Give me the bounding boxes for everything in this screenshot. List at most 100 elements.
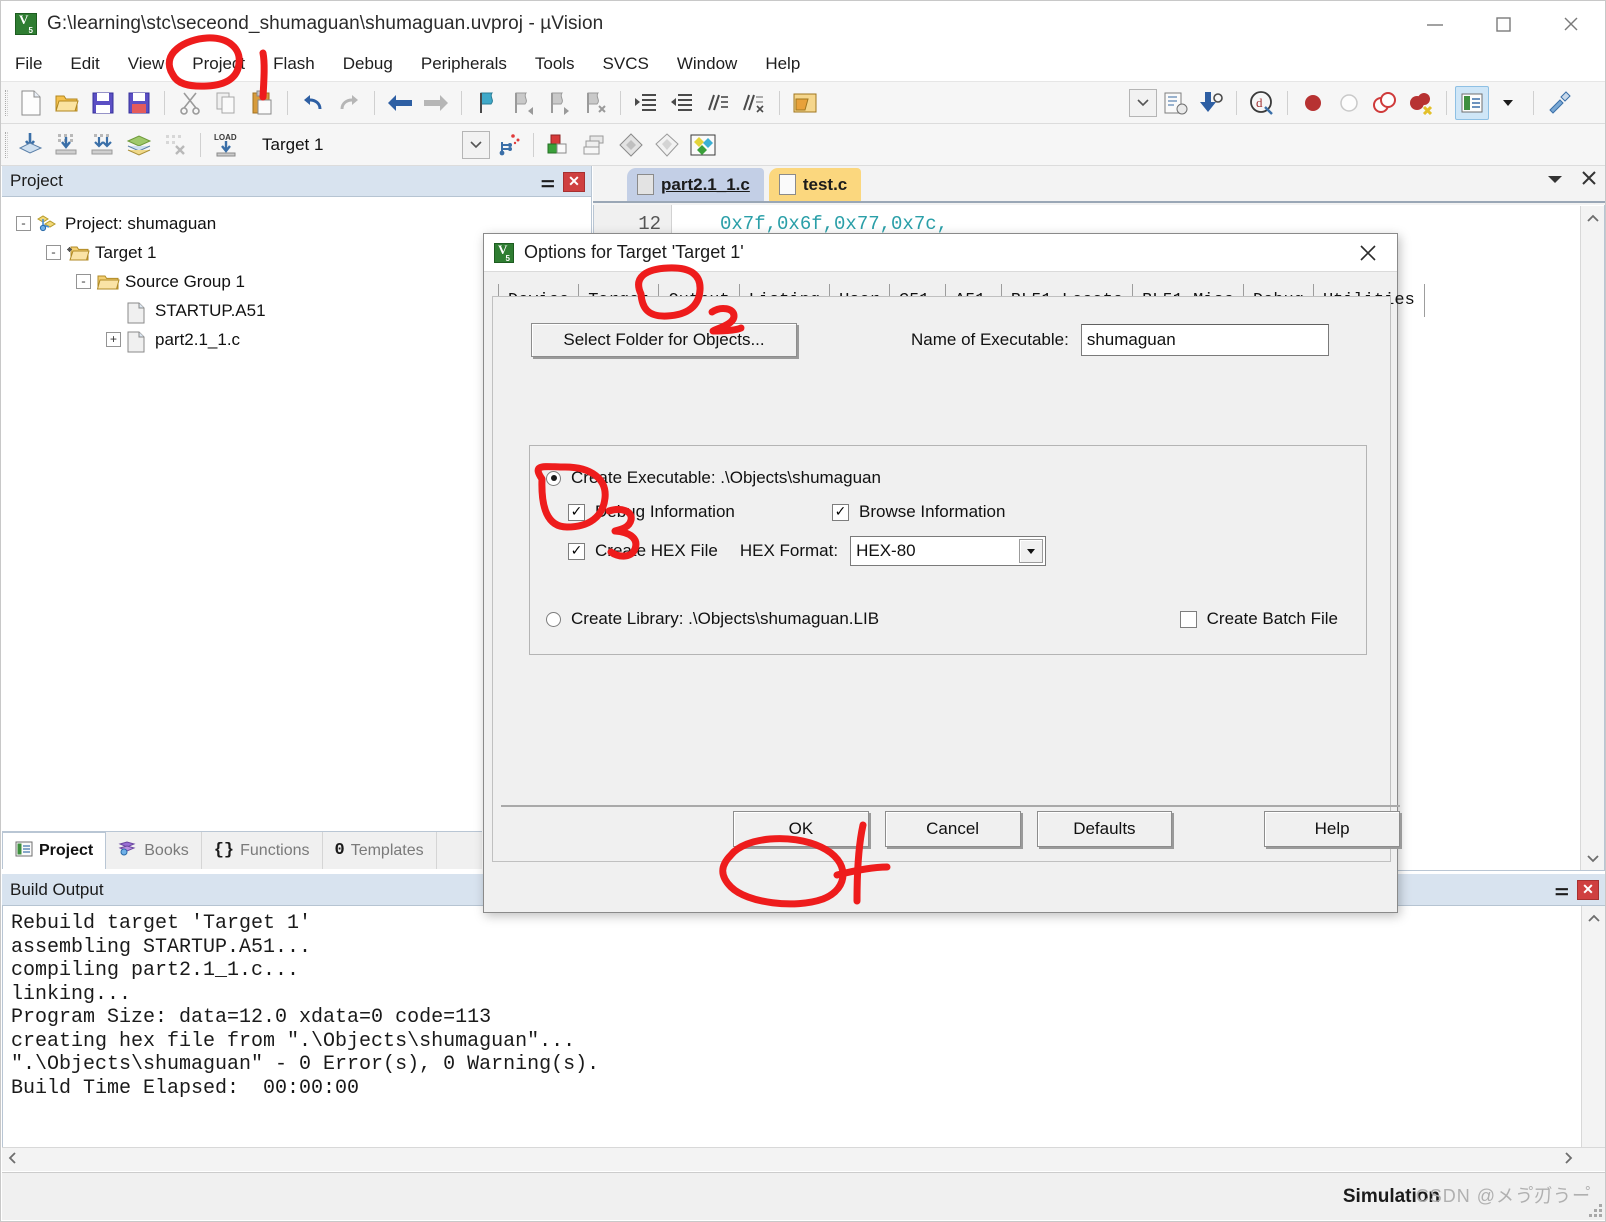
manage-dropdown-icon[interactable] (1491, 86, 1525, 120)
manage-layers-icon[interactable] (578, 128, 612, 162)
pin-icon[interactable]: ⚌ (1555, 880, 1569, 900)
chevron-down-icon[interactable] (1547, 172, 1563, 190)
name-of-executable-input[interactable]: shumaguan (1080, 324, 1329, 356)
close-icon[interactable]: ✕ (1577, 879, 1599, 900)
expander-icon[interactable]: - (46, 245, 61, 260)
save-all-icon[interactable] (122, 86, 156, 120)
scroll-up-icon[interactable] (1581, 206, 1605, 230)
uncomment-icon[interactable] (737, 86, 771, 120)
tab-functions[interactable]: {} Functions (202, 832, 323, 869)
translate-file-icon[interactable] (14, 128, 48, 162)
new-file-icon[interactable] (14, 86, 48, 120)
help-button[interactable]: Help (1264, 811, 1400, 847)
close-icon[interactable] (1537, 1, 1605, 46)
save-icon[interactable] (86, 86, 120, 120)
debug-information-row[interactable]: ✓ Debug Information (568, 502, 832, 522)
download-icon[interactable]: LOAD (209, 128, 243, 162)
create-executable-row[interactable]: Create Executable: .\Objects\shumaguan (530, 446, 1366, 488)
resize-grip[interactable] (1588, 1203, 1602, 1217)
create-hex-row[interactable]: ✓ Create HEX File (568, 541, 718, 561)
bookmark-clear-icon[interactable] (578, 86, 612, 120)
debug-information-checkbox[interactable]: ✓ (568, 503, 585, 521)
browse-information-row[interactable]: ✓ Browse Information (832, 502, 1005, 522)
indent-increase-icon[interactable] (629, 86, 663, 120)
scroll-right-icon[interactable] (1564, 1152, 1605, 1167)
create-batch-row[interactable]: Create Batch File (1179, 609, 1338, 629)
tab-project[interactable]: Project (2, 832, 107, 869)
pin-icon[interactable]: ⚌ (541, 172, 555, 192)
create-executable-radio[interactable] (546, 470, 561, 486)
tab-books[interactable]: Books (106, 832, 202, 869)
bookmark-toggle-icon[interactable] (470, 86, 504, 120)
hex-format-select[interactable]: HEX-80 (850, 536, 1047, 566)
build-output-body[interactable]: Rebuild target 'Target 1' assembling STA… (2, 906, 1605, 1171)
scroll-left-icon[interactable] (2, 1152, 17, 1167)
back-icon[interactable] (383, 86, 417, 120)
copy-icon[interactable] (209, 86, 243, 120)
expander-icon[interactable]: - (76, 274, 91, 289)
indent-decrease-icon[interactable] (665, 86, 699, 120)
menu-flash[interactable]: Flash (259, 46, 329, 82)
bookmark-next-icon[interactable] (542, 86, 576, 120)
comment-icon[interactable] (701, 86, 735, 120)
close-icon[interactable] (1345, 236, 1391, 270)
menu-edit[interactable]: Edit (56, 46, 113, 82)
expander-icon[interactable]: + (106, 332, 121, 347)
minimize-icon[interactable] (1401, 1, 1469, 46)
ok-button[interactable]: OK (733, 811, 869, 847)
maximize-icon[interactable] (1469, 1, 1537, 46)
target-dropdown-arrow[interactable] (462, 130, 490, 159)
menu-view[interactable]: View (114, 46, 179, 82)
manage-run-time-env-icon[interactable] (491, 128, 525, 162)
bookmark-prev-icon[interactable] (506, 86, 540, 120)
configuration-wizard-icon[interactable] (1158, 86, 1192, 120)
kill-all-breakpoints-icon[interactable] (1404, 86, 1438, 120)
create-library-row[interactable]: Create Library: .\Objects\shumaguan.LIB (546, 609, 879, 629)
create-batch-file-checkbox[interactable] (1179, 610, 1197, 628)
close-icon[interactable]: ✕ (563, 171, 585, 192)
manage-components-icon[interactable] (686, 128, 720, 162)
open-folder-icon[interactable] (788, 86, 822, 120)
create-hex-file-checkbox[interactable]: ✓ (568, 542, 585, 560)
undo-icon[interactable] (296, 86, 330, 120)
forward-icon[interactable] (419, 86, 453, 120)
filter-icon[interactable] (650, 128, 684, 162)
open-file-icon[interactable] (50, 86, 84, 120)
diamond-icon[interactable] (614, 128, 648, 162)
select-folder-for-objects-button[interactable]: Select Folder for Objects... (531, 323, 797, 357)
toolbar-grip[interactable] (5, 131, 8, 158)
menu-tools[interactable]: Tools (521, 46, 589, 82)
cancel-button[interactable]: Cancel (884, 811, 1021, 847)
disable-all-breakpoints-icon[interactable] (1368, 86, 1402, 120)
menu-peripherals[interactable]: Peripherals (407, 46, 521, 82)
insert-breakpoint-icon[interactable] (1296, 86, 1330, 120)
defaults-button[interactable]: Defaults (1036, 811, 1173, 847)
start-debug-icon[interactable]: d (1245, 86, 1279, 120)
cut-icon[interactable] (173, 86, 207, 120)
redo-icon[interactable] (332, 86, 366, 120)
download-to-target-icon[interactable] (1194, 86, 1228, 120)
paste-icon[interactable] (245, 86, 279, 120)
options-for-target-icon[interactable] (1542, 86, 1576, 120)
stop-build-icon[interactable] (158, 128, 192, 162)
chevron-down-icon[interactable] (1019, 539, 1044, 563)
build-vertical-scrollbar[interactable] (1581, 906, 1605, 1171)
toolbar-combo-arrow[interactable] (1129, 88, 1157, 117)
tab-templates[interactable]: 0 Templates (323, 832, 437, 869)
menu-window[interactable]: Window (663, 46, 751, 82)
project-items-icon[interactable] (542, 128, 576, 162)
expander-icon[interactable]: - (16, 216, 31, 231)
menu-project[interactable]: Project (178, 46, 259, 82)
editor-vertical-scrollbar[interactable] (1580, 206, 1604, 870)
menu-help[interactable]: Help (751, 46, 814, 82)
disable-breakpoint-icon[interactable] (1332, 86, 1366, 120)
browse-information-checkbox[interactable]: ✓ (832, 503, 849, 521)
scroll-up-icon[interactable] (1582, 906, 1606, 930)
create-library-radio[interactable] (546, 611, 561, 627)
target-selector[interactable]: Target 1 (252, 130, 490, 160)
menu-file[interactable]: File (1, 46, 56, 82)
batch-build-icon[interactable] (122, 128, 156, 162)
rebuild-all-icon[interactable] (86, 128, 120, 162)
menu-svcs[interactable]: SVCS (589, 46, 663, 82)
toolbar-grip[interactable] (5, 89, 8, 116)
